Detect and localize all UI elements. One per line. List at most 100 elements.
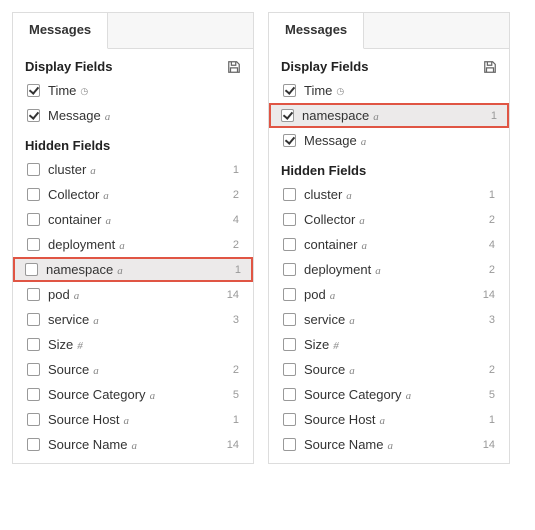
field-row-cluster[interactable]: clustera1 (269, 182, 509, 207)
field-row-source[interactable]: Sourcea2 (13, 357, 253, 382)
checkbox-namespace[interactable] (281, 109, 294, 122)
checkbox-source-category[interactable] (283, 388, 296, 401)
string-type-icon: a (330, 290, 336, 302)
tab-bar: Messages (269, 13, 509, 49)
field-row-service[interactable]: servicea3 (269, 307, 509, 332)
checkbox-deployment[interactable] (27, 238, 40, 251)
field-label-time[interactable]: Time◷ (48, 83, 225, 98)
checkbox-pod[interactable] (283, 288, 296, 301)
field-row-size[interactable]: Size# (269, 332, 509, 357)
field-row-source-category[interactable]: Source Categorya5 (13, 382, 253, 407)
field-row-pod[interactable]: poda14 (13, 282, 253, 307)
field-label-size[interactable]: Size# (304, 337, 481, 352)
checkbox-source-host[interactable] (27, 413, 40, 426)
tab-messages[interactable]: Messages (269, 13, 364, 49)
checkbox-source[interactable] (27, 363, 40, 376)
string-type-icon: a (406, 390, 412, 402)
field-label-size[interactable]: Size# (48, 337, 225, 352)
checkbox-size[interactable] (283, 338, 296, 351)
checkbox-cluster[interactable] (27, 163, 40, 176)
checkbox-time[interactable] (27, 84, 40, 97)
checkbox-size[interactable] (27, 338, 40, 351)
checkbox-time[interactable] (283, 84, 296, 97)
field-label-pod[interactable]: poda (48, 287, 225, 302)
checkbox-collector[interactable] (27, 188, 40, 201)
checkbox-message[interactable] (283, 134, 296, 147)
field-count-namespace: 1 (227, 264, 241, 276)
field-row-deployment[interactable]: deploymenta2 (13, 232, 253, 257)
save-icon[interactable] (227, 60, 241, 74)
checkbox-source-name[interactable] (283, 438, 296, 451)
field-label-pod[interactable]: poda (304, 287, 481, 302)
field-row-source-host[interactable]: Source Hosta1 (269, 407, 509, 432)
field-label-source-category[interactable]: Source Categorya (48, 387, 225, 402)
field-label-source-name[interactable]: Source Namea (48, 437, 225, 452)
save-icon[interactable] (483, 60, 497, 74)
field-row-size[interactable]: Size# (13, 332, 253, 357)
field-row-time[interactable]: Time◷ (269, 78, 509, 103)
field-label-source[interactable]: Sourcea (48, 362, 225, 377)
field-label-deployment[interactable]: deploymenta (304, 262, 481, 277)
field-count-container: 4 (481, 239, 495, 251)
checkbox-collector[interactable] (283, 213, 296, 226)
field-label-namespace[interactable]: namespacea (46, 262, 227, 277)
field-label-source-host[interactable]: Source Hosta (48, 412, 225, 427)
field-row-namespace[interactable]: namespacea1 (13, 257, 253, 282)
field-count-source: 2 (481, 364, 495, 376)
checkbox-source-category[interactable] (27, 388, 40, 401)
field-count-source-name: 14 (225, 439, 239, 451)
field-label-collector[interactable]: Collectora (48, 187, 225, 202)
field-row-message[interactable]: Messagea (269, 128, 509, 153)
field-row-source[interactable]: Sourcea2 (269, 357, 509, 382)
checkbox-service[interactable] (27, 313, 40, 326)
field-label-source-host[interactable]: Source Hosta (304, 412, 481, 427)
field-row-container[interactable]: containera4 (269, 232, 509, 257)
field-label-source[interactable]: Sourcea (304, 362, 481, 377)
field-row-source-host[interactable]: Source Hosta1 (13, 407, 253, 432)
checkbox-cluster[interactable] (283, 188, 296, 201)
field-row-source-category[interactable]: Source Categorya5 (269, 382, 509, 407)
field-label-source-name[interactable]: Source Namea (304, 437, 481, 452)
field-row-container[interactable]: containera4 (13, 207, 253, 232)
field-label-source-category[interactable]: Source Categorya (304, 387, 481, 402)
checkbox-deployment[interactable] (283, 263, 296, 276)
string-type-icon: a (124, 415, 130, 427)
string-type-icon: a (131, 440, 137, 452)
field-label-cluster[interactable]: clustera (304, 187, 481, 202)
field-row-deployment[interactable]: deploymenta2 (269, 257, 509, 282)
field-row-message[interactable]: Messagea (13, 103, 253, 128)
checkbox-message[interactable] (27, 109, 40, 122)
field-label-container[interactable]: containera (48, 212, 225, 227)
field-count-cluster: 1 (225, 164, 239, 176)
checkbox-source-name[interactable] (27, 438, 40, 451)
tab-messages[interactable]: Messages (13, 13, 108, 49)
checkbox-namespace[interactable] (25, 263, 38, 276)
field-label-message[interactable]: Messagea (48, 108, 225, 123)
field-row-source-name[interactable]: Source Namea14 (269, 432, 509, 457)
display-fields-header: Display Fields (13, 49, 253, 78)
checkbox-source-host[interactable] (283, 413, 296, 426)
checkbox-container[interactable] (283, 238, 296, 251)
field-row-source-name[interactable]: Source Namea14 (13, 432, 253, 457)
field-row-collector[interactable]: Collectora2 (269, 207, 509, 232)
field-row-service[interactable]: servicea3 (13, 307, 253, 332)
field-label-deployment[interactable]: deploymenta (48, 237, 225, 252)
field-row-cluster[interactable]: clustera1 (13, 157, 253, 182)
field-row-pod[interactable]: poda14 (269, 282, 509, 307)
field-label-cluster[interactable]: clustera (48, 162, 225, 177)
field-label-namespace[interactable]: namespacea (302, 108, 483, 123)
field-label-service[interactable]: servicea (48, 312, 225, 327)
checkbox-container[interactable] (27, 213, 40, 226)
field-row-collector[interactable]: Collectora2 (13, 182, 253, 207)
field-label-time[interactable]: Time◷ (304, 83, 481, 98)
field-label-collector[interactable]: Collectora (304, 212, 481, 227)
field-label-service[interactable]: servicea (304, 312, 481, 327)
field-row-time[interactable]: Time◷ (13, 78, 253, 103)
checkbox-service[interactable] (283, 313, 296, 326)
field-row-namespace[interactable]: namespacea1 (269, 103, 509, 128)
field-label-message[interactable]: Messagea (304, 133, 481, 148)
field-count-collector: 2 (225, 189, 239, 201)
field-label-container[interactable]: containera (304, 237, 481, 252)
checkbox-source[interactable] (283, 363, 296, 376)
checkbox-pod[interactable] (27, 288, 40, 301)
